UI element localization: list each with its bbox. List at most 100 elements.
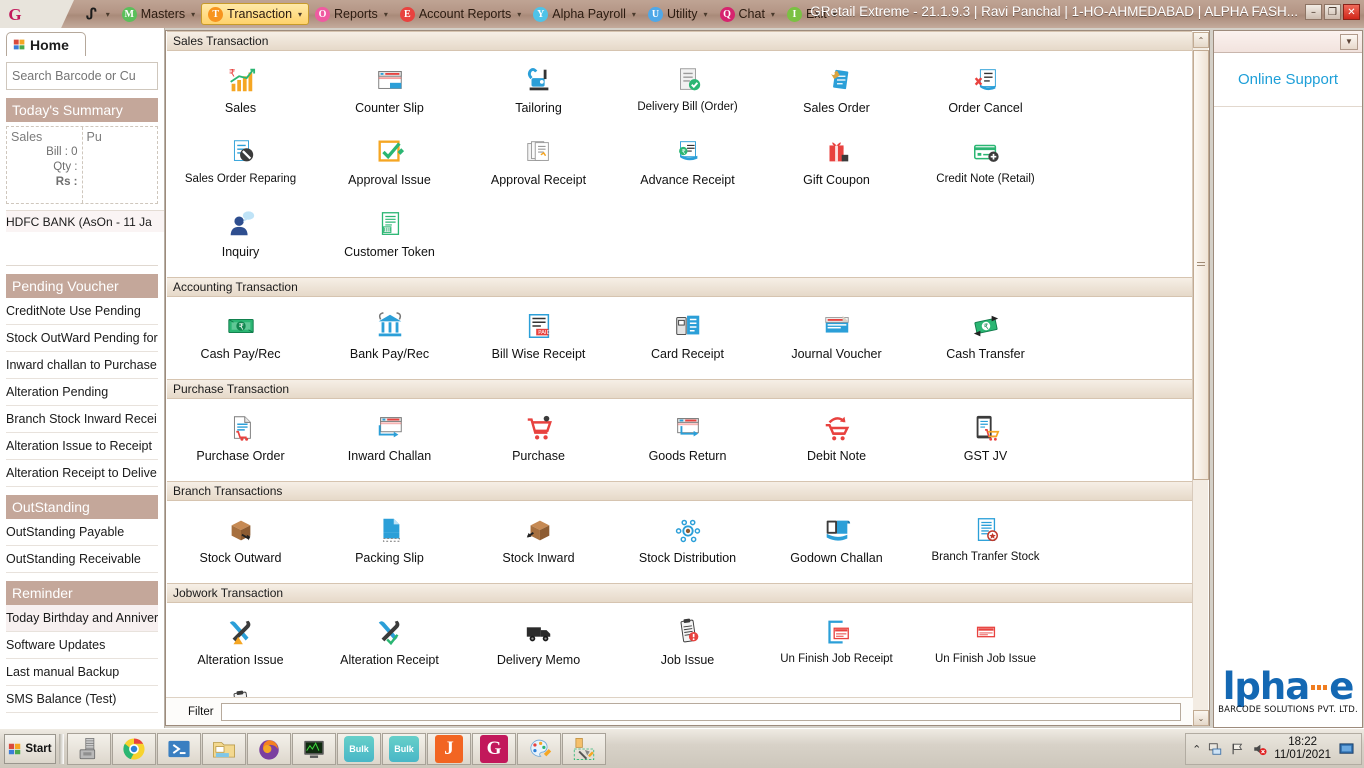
tile-un-finish-job-receipt[interactable]: Un Finish Job Receipt xyxy=(762,609,911,681)
filter-input-wrap[interactable] xyxy=(220,702,1181,721)
restore-button[interactable]: ❐ xyxy=(1324,4,1341,20)
start-button[interactable]: Start xyxy=(4,733,56,764)
menu-item-reports[interactable]: O Reports ▾ xyxy=(309,3,394,25)
shopping-cart-icon xyxy=(524,409,554,447)
pending-voucher-item[interactable]: Branch Stock Inward Recei xyxy=(6,406,158,433)
menu-item-logo[interactable]: ᔑ ▾ xyxy=(80,3,116,25)
tile-branch-tranfer-stock[interactable]: Branch Tranfer Stock xyxy=(911,507,1060,579)
tile-purchase[interactable]: Purchase xyxy=(464,405,613,477)
tile-bank-pay-rec[interactable]: Bank Pay/Rec xyxy=(315,303,464,375)
tile-stock-outward[interactable]: Stock Outward xyxy=(166,507,315,579)
minimize-button[interactable]: – xyxy=(1305,4,1322,20)
tile-cash-transfer[interactable]: ₹ Cash Transfer xyxy=(911,303,1060,375)
reminder-item[interactable]: Today Birthday and Anniver xyxy=(6,605,158,632)
outstanding-item[interactable]: OutStanding Receivable xyxy=(6,546,158,573)
taskbar-item-monitor[interactable] xyxy=(292,732,336,765)
scroll-thumb[interactable] xyxy=(1193,50,1209,480)
group-header-purchase-transaction: Purchase Transaction xyxy=(167,379,1192,399)
tile-job-receipt[interactable]: Job Receipt xyxy=(166,681,315,697)
taskbar-item-bulk-1[interactable]: Bulk xyxy=(337,732,381,765)
tile-inquiry[interactable]: Inquiry xyxy=(166,201,315,273)
taskbar-item-powershell[interactable] xyxy=(157,732,201,765)
menu-item-utility[interactable]: U Utility ▾ xyxy=(642,3,714,25)
taskbar-item-j-app[interactable]: J xyxy=(427,732,471,765)
panel-scrollbar[interactable]: ⌃ ⌄ xyxy=(1192,32,1209,726)
tile-un-finish-job-issue[interactable]: Un Finish Job Issue xyxy=(911,609,1060,681)
tile-packing-slip[interactable]: Packing Slip xyxy=(315,507,464,579)
tile-alteration-issue[interactable]: Alteration Issue xyxy=(166,609,315,681)
taskbar-item-g-app[interactable]: G xyxy=(472,732,516,765)
filter-input[interactable] xyxy=(224,704,1177,719)
tile-stock-inward[interactable]: Stock Inward xyxy=(464,507,613,579)
tile-godown-challan[interactable]: Godown Challan xyxy=(762,507,911,579)
tile-counter-slip[interactable]: Counter Slip xyxy=(315,57,464,129)
tile-alteration-receipt[interactable]: Alteration Receipt xyxy=(315,609,464,681)
taskbar-item-firefox[interactable] xyxy=(247,732,291,765)
scroll-down-button[interactable]: ⌄ xyxy=(1193,710,1209,726)
taskbar-item-chrome[interactable] xyxy=(112,732,156,765)
tile-approval-issue[interactable]: Approval Issue xyxy=(315,129,464,201)
tile-sales-order-reparing[interactable]: Sales Order Reparing xyxy=(166,129,315,201)
taskbar-item-explorer[interactable] xyxy=(202,732,246,765)
menu-item-chat[interactable]: Q Chat ▾ xyxy=(714,3,781,25)
reminder-item[interactable]: SMS Balance (Test) xyxy=(6,686,158,713)
tile-customer-token[interactable]: Customer Token xyxy=(315,201,464,273)
tile-delivery-bill-order[interactable]: Delivery Bill (Order) xyxy=(613,57,762,129)
outstanding-item[interactable]: OutStanding Payable xyxy=(6,519,158,546)
tile-debit-note[interactable]: Debit Note xyxy=(762,405,911,477)
volume-muted-icon[interactable] xyxy=(1252,742,1267,756)
tile-approval-receipt[interactable]: Approval Receipt xyxy=(464,129,613,201)
search-barcode-box[interactable] xyxy=(6,62,158,90)
menu-item-account-reports[interactable]: E Account Reports ▾ xyxy=(394,3,527,25)
tile-job-issue[interactable]: Job Issue xyxy=(613,609,762,681)
group-header-label: Branch Transactions xyxy=(173,484,283,498)
pending-voucher-item[interactable]: Alteration Issue to Receipt xyxy=(6,433,158,460)
tile-sales-order[interactable]: Sales Order xyxy=(762,57,911,129)
tile-sales[interactable]: ₹ Sales xyxy=(166,57,315,129)
pending-voucher-item[interactable]: Stock OutWard Pending for xyxy=(6,325,158,352)
taskbar-item-tools[interactable] xyxy=(562,732,606,765)
menu-item-alpha-payroll[interactable]: Y Alpha Payroll ▾ xyxy=(527,3,642,25)
tray-date: 11/01/2021 xyxy=(1274,749,1331,761)
tile-stock-distribution[interactable]: Stock Distribution xyxy=(613,507,762,579)
scroll-up-button[interactable]: ⌃ xyxy=(1193,32,1209,48)
tray-expand-icon[interactable]: ⌃ xyxy=(1192,743,1201,756)
tile-cash-pay-rec[interactable]: ₹ Cash Pay/Rec xyxy=(166,303,315,375)
tile-gift-coupon[interactable]: Gift Coupon xyxy=(762,129,911,201)
online-support-link[interactable]: Online Support xyxy=(1214,53,1362,107)
desktop-icon[interactable] xyxy=(1338,742,1355,757)
tile-card-receipt[interactable]: Card Receipt xyxy=(613,303,762,375)
tile-goods-return[interactable]: Goods Return xyxy=(613,405,762,477)
tile-purchase-order[interactable]: Purchase Order xyxy=(166,405,315,477)
tile-credit-note-retail[interactable]: Credit Note (Retail) xyxy=(911,129,1060,201)
pending-voucher-item[interactable]: CreditNote Use Pending xyxy=(6,298,158,325)
taskbar-item-paint[interactable] xyxy=(517,732,561,765)
menu-item-masters[interactable]: M Masters ▾ xyxy=(116,3,201,25)
tile-delivery-memo[interactable]: Delivery Memo xyxy=(464,609,613,681)
home-tab[interactable]: Home xyxy=(6,32,86,56)
chevron-down-icon[interactable]: ▼ xyxy=(1340,33,1358,50)
chevron-down-icon: ▾ xyxy=(191,9,196,19)
menu-item-transaction[interactable]: T Transaction ▾ xyxy=(201,3,310,25)
pending-voucher-item[interactable]: Alteration Pending xyxy=(6,379,158,406)
tile-advance-receipt[interactable]: ₹ Advance Receipt xyxy=(613,129,762,201)
flag-icon[interactable] xyxy=(1230,742,1245,756)
close-button[interactable]: ✕ xyxy=(1343,4,1360,20)
tile-order-cancel[interactable]: Order Cancel xyxy=(911,57,1060,129)
tile-journal-voucher[interactable]: Journal Voucher xyxy=(762,303,911,375)
pending-voucher-item[interactable]: Inward challan to Purchase xyxy=(6,352,158,379)
tile-label: Delivery Bill (Order) xyxy=(637,101,738,113)
taskbar-item-bulk-2[interactable]: Bulk xyxy=(382,732,426,765)
tile-gst-jv[interactable]: GST JV xyxy=(911,405,1060,477)
tray-clock[interactable]: 18:22 11/01/2021 xyxy=(1274,736,1331,762)
tile-inward-challan[interactable]: Inward Challan xyxy=(315,405,464,477)
pending-voucher-item[interactable]: Alteration Receipt to Delive xyxy=(6,460,158,487)
reminder-item[interactable]: Last manual Backup xyxy=(6,659,158,686)
reminder-item[interactable]: Software Updates xyxy=(6,632,158,659)
network-icon[interactable] xyxy=(1208,742,1223,756)
taskbar-item-archive[interactable] xyxy=(67,732,111,765)
tile-tailoring[interactable]: Tailoring xyxy=(464,57,613,129)
reminder-header: Reminder xyxy=(6,581,158,605)
search-input[interactable] xyxy=(12,69,152,83)
tile-bill-wise-receipt[interactable]: PAID Bill Wise Receipt xyxy=(464,303,613,375)
